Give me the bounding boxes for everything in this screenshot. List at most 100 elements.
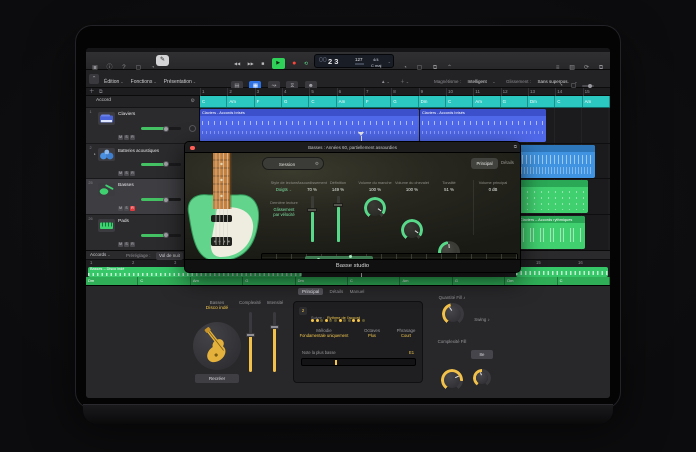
track-row-pads[interactable]: 26 Pads MSR [86,215,199,251]
menu-item[interactable]: Édition⌄ [104,79,124,85]
pattern-number-badge[interactable]: 2 [299,307,307,315]
field-value[interactable]: Fondamentale uniquement [296,333,352,338]
recreate-button[interactable]: Recréer [195,374,239,383]
chord-cell[interactable]: C [558,277,610,285]
phrasing-field[interactable]: Phrasage Court [390,328,422,338]
chord-cell[interactable]: G [243,277,295,285]
octaves-field[interactable]: Octaves Plus [356,328,388,338]
play-button[interactable]: ▶ [272,58,285,69]
gear-icon[interactable]: ⚙ [315,161,319,167]
rewind-button[interactable]: ◀◀ [234,58,240,70]
link-icon[interactable]: ⧉ [514,144,517,149]
mute-button[interactable]: M [118,171,123,176]
solo-button[interactable]: S [124,206,129,211]
accords-menu[interactable]: Accords⌄ [90,252,111,257]
intensity-slider[interactable] [273,312,276,372]
lcd-display[interactable]: 00 2 3 127 4/4 C maj ⌄ [314,54,394,68]
bridge-volume-knob[interactable] [401,219,423,241]
plugin-titlebar[interactable]: Basses : Années 60, partiellement assour… [185,142,520,153]
melody-field[interactable]: Mélodie Fondamentale uniquement [296,328,352,338]
editor-chord-row[interactable]: DmCAmGDmCAmGDmC [86,277,610,285]
chord-cell[interactable]: Am [227,96,254,107]
chord-cell[interactable]: Dm [296,277,348,285]
chord-cell[interactable]: Dm [505,277,557,285]
solo-button[interactable]: S [124,135,129,140]
track-row-batteries[interactable]: 2 ▸ Batteries acoustiques MSR [86,144,199,180]
region-claviers-1[interactable]: Claviers - Accords brisés [200,109,419,142]
tab-details[interactable]: Détails [330,289,344,294]
volume-slider[interactable] [141,163,181,166]
player-preset-value[interactable]: Disco indé [186,306,248,311]
bar-ruler[interactable]: 123456789101112131415 [200,88,610,96]
chord-cell[interactable]: F [255,96,282,107]
region-claviers-rythmiques[interactable]: Claviers – Accords rythmiques [518,216,585,249]
disclosure-button[interactable]: ⌃ [89,74,99,84]
chord-cell[interactable]: C [138,277,190,285]
lcd-chevron-icon[interactable]: ⌄ [388,59,391,64]
follow-value[interactable]: Rythme de l'accord [327,315,360,320]
mute-button[interactable]: M [118,242,123,247]
editor-region-right[interactable] [516,267,608,277]
swing-grid-button[interactable]: 8e [471,350,493,359]
chord-cell[interactable]: F [364,96,391,107]
record-enable-button[interactable]: R [130,242,135,247]
mute-button[interactable]: M [118,135,123,140]
lowest-note-slider[interactable] [301,358,416,366]
chord-cell[interactable]: Am [400,277,452,285]
chord-cell[interactable]: Dm [528,96,555,107]
volume-slider[interactable] [141,198,181,201]
solo-button[interactable]: S [124,171,129,176]
chord-cell[interactable]: Dm [419,96,446,107]
chord-cell[interactable]: Am [473,96,500,107]
chord-cell[interactable]: C [555,96,582,107]
chord-track-header[interactable]: Accord ⚙ [86,96,199,108]
chord-cell[interactable]: G [453,277,505,285]
forward-button[interactable]: ▶▶ [248,58,254,70]
chord-cell[interactable]: C [348,277,400,285]
snap-value[interactable]: Intelligent [467,79,486,84]
chord-cell[interactable]: G [501,96,528,107]
session-selector[interactable]: Session ⚙ [262,157,324,170]
stop-button[interactable]: ■ [261,58,264,70]
chord-cell[interactable]: C [200,96,227,107]
gear-icon[interactable]: ⚙ [191,98,195,104]
definition-slider[interactable] [337,196,340,242]
fill-complexity-knob[interactable] [441,369,463,391]
add-track-button[interactable]: ＋ [89,88,95,96]
horizontal-zoom-slider[interactable] [582,85,594,87]
region-claviers-2[interactable]: Claviers - Accords brisés [420,109,546,142]
chord-cell[interactable]: C [446,96,473,107]
disclosure-triangle-icon[interactable]: ▸ [94,152,96,156]
mute-slider[interactable] [311,196,314,242]
pencil-tool-button[interactable]: ✎ [156,55,169,66]
record-enable-button[interactable]: R [130,171,135,176]
chord-cell[interactable]: Am [583,96,610,107]
preset-value[interactable]: Vol de nuit [156,252,183,260]
pointer-tool-menu[interactable]: ▲ [381,79,385,84]
menu-item[interactable]: Présentation⌄ [164,79,196,85]
fill-amount-knob[interactable] [442,303,464,325]
field-value[interactable]: Plus [356,333,388,338]
chord-cell[interactable]: G [391,96,418,107]
volume-slider[interactable] [141,234,181,237]
plugin-tab-details[interactable]: Détails [501,160,514,165]
record-button[interactable]: ● [292,58,296,70]
chord-cell[interactable]: Am [191,277,243,285]
neck-volume-knob[interactable] [364,197,386,219]
plugin-tab-principal[interactable]: Principal [471,158,498,169]
complexity-slider[interactable] [249,312,252,372]
chord-track[interactable]: CAmFGCAmFGDmCAmGDmCAm [200,96,610,108]
track-row-claviers[interactable]: 1 Claviers MSR [86,108,199,144]
tab-manuel[interactable]: Manuel [350,289,365,294]
record-enable-button[interactable]: R [130,135,135,140]
chord-cell[interactable]: G [282,96,309,107]
pan-knob[interactable] [189,125,196,132]
field-value[interactable]: Court [390,333,422,338]
chord-cell[interactable]: Am [337,96,364,107]
menu-item[interactable]: Fonctions⌄ [131,79,157,85]
chord-cell[interactable]: C [309,96,336,107]
chord-cell[interactable]: Dm [86,277,138,285]
record-enable-button[interactable]: R [130,206,135,211]
duplicate-track-button[interactable]: ⧉ [99,88,103,96]
secondary-tool-menu[interactable]: ＋ [400,79,405,84]
